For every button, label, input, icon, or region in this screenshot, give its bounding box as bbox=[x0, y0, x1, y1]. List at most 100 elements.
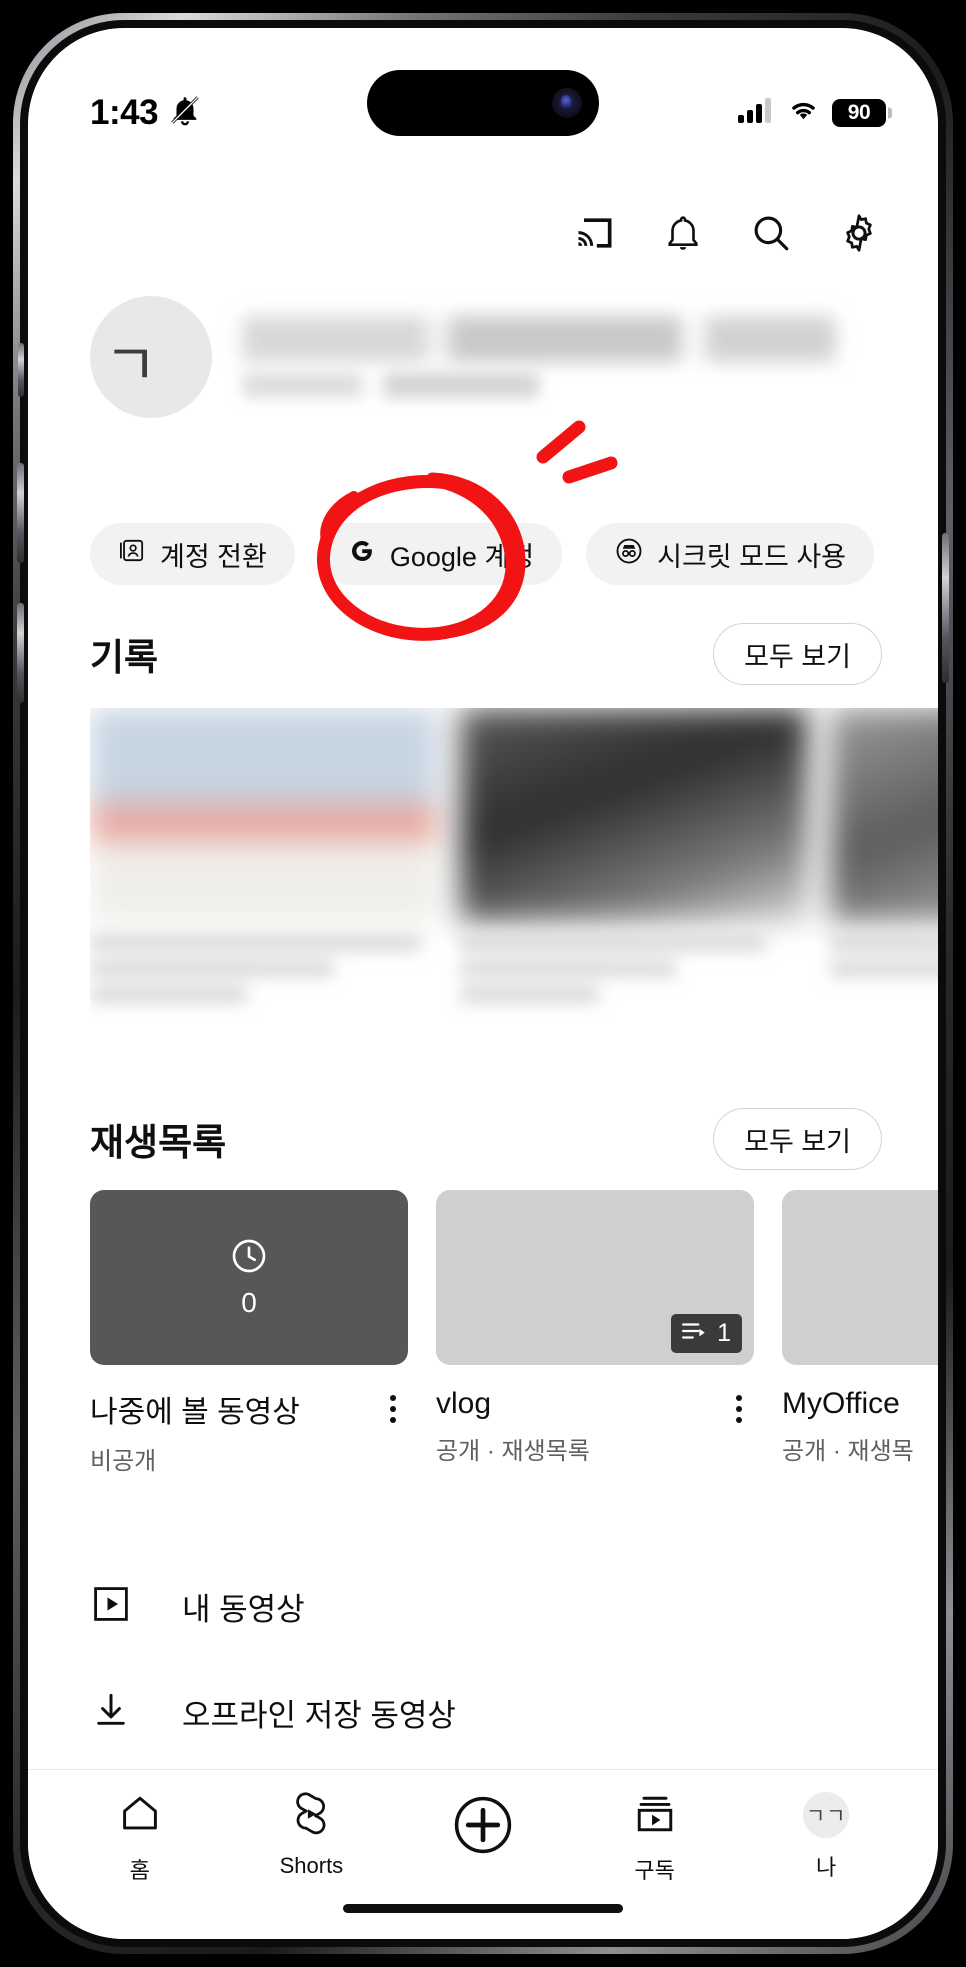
profile-display-name bbox=[242, 316, 837, 362]
tab-label: 홈 bbox=[129, 1858, 150, 1883]
google-g-icon bbox=[347, 536, 377, 573]
playlist-more-button[interactable] bbox=[724, 1387, 754, 1423]
playlist-card[interactable]: 0 나중에 볼 동영상 비공개 bbox=[90, 1190, 408, 1500]
history-section-header: 기록 모두 보기 bbox=[90, 623, 882, 685]
playlists-see-all-button[interactable]: 모두 보기 bbox=[713, 1108, 882, 1170]
tab-you[interactable]: ㄱㄱ 나 bbox=[751, 1792, 901, 1882]
cellular-bars-icon bbox=[738, 97, 775, 128]
menu-row-label: 오프라인 저장 동영상 bbox=[182, 1697, 456, 1733]
history-carousel[interactable] bbox=[90, 708, 938, 1018]
playlist-title: vlog bbox=[436, 1387, 492, 1420]
home-icon bbox=[118, 1792, 162, 1841]
front-camera bbox=[552, 88, 582, 118]
volume-up-button[interactable] bbox=[17, 463, 24, 563]
chip-incognito[interactable]: 시크릿 모드 사용 bbox=[586, 523, 875, 585]
history-title: 기록 bbox=[90, 637, 159, 678]
volume-down-button[interactable] bbox=[17, 603, 24, 703]
plus-circle-icon bbox=[450, 1792, 516, 1863]
playlists-carousel[interactable]: 0 나중에 볼 동영상 비공개 1 vlog 공개 · 재생목록 MyOffic… bbox=[90, 1190, 938, 1500]
playlist-title: MyOffice bbox=[782, 1387, 900, 1420]
tab-home[interactable]: 홈 bbox=[65, 1792, 215, 1885]
account-avatar-icon: ㄱㄱ bbox=[803, 1792, 850, 1838]
battery-indicator: 90 bbox=[832, 98, 886, 127]
playlist-icon bbox=[682, 1319, 708, 1348]
playlist-card[interactable]: MyOffice 공개 · 재생목 bbox=[782, 1190, 938, 1500]
avatar[interactable]: ㄱㄱ bbox=[90, 296, 212, 418]
menu-row-label: 내 동영상 bbox=[182, 1591, 305, 1627]
status-bar-right: 90 bbox=[738, 97, 886, 128]
playlists-title: 재생목록 bbox=[90, 1122, 227, 1163]
avatar-initials: ㄱㄱ bbox=[104, 331, 162, 418]
playlist-subtitle: 비공개 bbox=[90, 1448, 157, 1475]
video-meta bbox=[460, 934, 808, 1003]
history-card[interactable] bbox=[90, 708, 438, 1018]
status-time: 1:43 bbox=[90, 92, 159, 132]
download-icon bbox=[90, 1689, 132, 1736]
playlist-thumbnail[interactable]: 0 bbox=[90, 1190, 408, 1365]
video-meta bbox=[90, 934, 438, 1003]
search-icon[interactable] bbox=[748, 210, 794, 256]
playlist-thumbnail[interactable] bbox=[782, 1190, 938, 1365]
playlist-title-row: MyOffice 공개 · 재생목 bbox=[782, 1387, 938, 1466]
power-button[interactable] bbox=[942, 533, 949, 683]
video-thumbnail bbox=[90, 708, 438, 922]
home-indicator bbox=[343, 1904, 623, 1913]
history-card[interactable] bbox=[460, 708, 808, 1018]
phone-screen: 1:43 90 ㄱ 계정 전환 Google 계정 시크릿 모드 사용 기록 모… bbox=[28, 28, 938, 1939]
chip-google-account[interactable]: Google 계정 bbox=[318, 523, 563, 585]
tab-subscriptions[interactable]: 구독 bbox=[580, 1792, 730, 1885]
menu-row-my-videos[interactable]: 내 동영상 bbox=[90, 1558, 882, 1654]
tab-label: Shorts bbox=[279, 1853, 344, 1878]
switch-account-icon bbox=[118, 536, 147, 572]
chip-label: Google 계정 bbox=[389, 541, 535, 572]
video-thumbnail bbox=[830, 708, 938, 922]
playlist-title-row: 나중에 볼 동영상 비공개 bbox=[90, 1387, 408, 1476]
playlist-subtitle: 공개 · 재생목록 bbox=[436, 1438, 590, 1465]
bottom-tab-bar: 홈 Shorts 구독 ㄱㄱ 나 bbox=[28, 1769, 938, 1939]
playlist-thumbnail[interactable]: 1 bbox=[436, 1190, 754, 1365]
tab-label: 구독 bbox=[634, 1858, 675, 1883]
playlist-more-button[interactable] bbox=[378, 1387, 408, 1423]
history-card[interactable] bbox=[830, 708, 938, 1018]
playlist-count-badge: 1 bbox=[671, 1314, 742, 1353]
playlist-badge-count: 1 bbox=[717, 1319, 731, 1347]
phone-frame: 1:43 90 ㄱ 계정 전환 Google 계정 시크릿 모드 사용 기록 모… bbox=[13, 13, 953, 1954]
cast-icon[interactable] bbox=[572, 210, 618, 256]
playlists-section-header: 재생목록 모두 보기 bbox=[90, 1108, 882, 1170]
shorts-icon bbox=[289, 1792, 333, 1841]
chip-switch-account[interactable]: 계정 전환 bbox=[90, 523, 295, 585]
profile-name-block bbox=[242, 316, 888, 398]
video-thumbnail bbox=[460, 708, 808, 922]
playlist-card[interactable]: 1 vlog 공개 · 재생목록 bbox=[436, 1190, 754, 1500]
dynamic-island bbox=[367, 70, 599, 136]
menu-row-downloads[interactable]: 오프라인 저장 동영상 bbox=[90, 1664, 882, 1760]
battery-level: 90 bbox=[847, 100, 871, 124]
history-see-all-button[interactable]: 모두 보기 bbox=[713, 623, 882, 685]
wifi-icon bbox=[786, 97, 821, 128]
phone-bezel: 1:43 90 ㄱ 계정 전환 Google 계정 시크릿 모드 사용 기록 모… bbox=[20, 20, 946, 1947]
playlist-title: 나중에 볼 동영상 bbox=[90, 1396, 300, 1429]
account-chip-row: 계정 전환 Google 계정 시크릿 모드 사용 bbox=[90, 523, 938, 585]
bell-icon[interactable] bbox=[660, 210, 706, 256]
tab-label: 나 bbox=[816, 1855, 837, 1880]
video-meta bbox=[830, 934, 938, 977]
chip-label: 계정 전환 bbox=[160, 541, 267, 572]
gear-icon[interactable] bbox=[836, 210, 882, 256]
tab-shorts[interactable]: Shorts bbox=[236, 1792, 386, 1879]
subscriptions-icon bbox=[633, 1792, 677, 1841]
profile-section[interactable]: ㄱㄱ bbox=[90, 296, 888, 418]
clock-icon bbox=[229, 1236, 269, 1281]
tab-create[interactable] bbox=[408, 1792, 558, 1875]
chip-label: 시크릿 모드 사용 bbox=[657, 541, 847, 572]
incognito-icon bbox=[614, 536, 644, 573]
bell-muted-icon bbox=[168, 93, 202, 132]
annotation-ticks bbox=[536, 420, 618, 484]
playlist-video-count: 0 bbox=[241, 1287, 257, 1318]
play-square-icon bbox=[90, 1583, 132, 1630]
profile-handle bbox=[242, 372, 540, 398]
status-bar-left: 1:43 bbox=[90, 93, 202, 133]
playlist-title-row: vlog 공개 · 재생목록 bbox=[436, 1387, 754, 1466]
silent-switch[interactable] bbox=[18, 343, 24, 397]
playlist-subtitle: 공개 · 재생목 bbox=[782, 1438, 914, 1465]
app-header bbox=[28, 188, 938, 278]
